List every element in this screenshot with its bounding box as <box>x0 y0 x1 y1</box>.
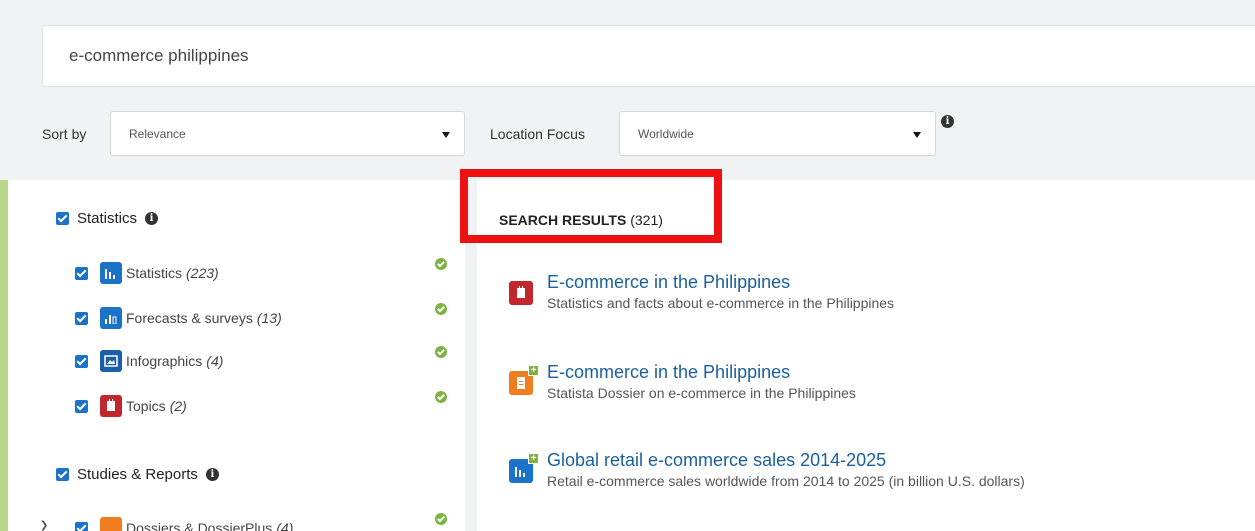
checkbox[interactable] <box>56 468 69 481</box>
chevron-down-icon <box>442 132 450 138</box>
filter-item-label: Dossiers & DossierPlus <box>126 520 273 531</box>
checkbox[interactable] <box>75 354 88 368</box>
chevron-down-icon <box>913 132 921 138</box>
plus-icon: + <box>528 365 539 376</box>
highlight-box <box>460 169 722 243</box>
filter-item-count: (4) <box>276 520 294 531</box>
search-query: e-commerce philippines <box>69 46 249 65</box>
group-label: Statistics <box>77 210 138 227</box>
checkbox[interactable] <box>56 212 69 225</box>
result-subtitle: Retail e-commerce sales worldwide from 2… <box>547 473 1025 489</box>
bar-chart-icon <box>100 262 122 284</box>
topic-icon <box>100 395 122 417</box>
result-title[interactable]: Global retail e-commerce sales 2014-2025 <box>547 450 1025 471</box>
filter-item-topics[interactable]: Topics (2) <box>75 391 465 417</box>
check-circle-icon <box>435 258 447 270</box>
info-icon[interactable]: i <box>205 468 219 481</box>
result-subtitle: Statistics and facts about e-commerce in… <box>547 295 895 311</box>
result-item[interactable]: + E-commerce in the Philippines Statista… <box>509 362 856 401</box>
check-circle-icon <box>435 303 447 315</box>
info-icon[interactable]: i <box>145 212 159 225</box>
filter-item-forecasts[interactable]: Forecasts & surveys (13) <box>75 303 465 329</box>
statistic-icon: + <box>509 453 539 483</box>
filter-item-label: Forecasts & surveys <box>126 310 253 326</box>
image-icon <box>100 350 122 372</box>
location-select[interactable]: Worldwide <box>619 111 936 156</box>
filter-sidebar: Statistics i Statistics (223) Forecasts … <box>0 180 465 531</box>
topic-icon <box>509 281 533 305</box>
dossier-icon <box>100 517 122 531</box>
dossier-icon: + <box>509 365 539 395</box>
filter-item-count: (2) <box>169 398 187 414</box>
checkbox[interactable] <box>75 311 88 325</box>
result-title[interactable]: E-commerce in the Philippines <box>547 272 894 293</box>
filter-item-count: (13) <box>256 310 282 326</box>
location-value: Worldwide <box>638 126 694 141</box>
filter-item-infographics[interactable]: Infographics (4) <box>75 346 465 372</box>
group-studies-reports[interactable]: Studies & Reports i <box>56 466 219 483</box>
info-icon[interactable]: i <box>941 115 954 128</box>
filter-item-label: Infographics <box>126 353 203 369</box>
chevron-down-icon[interactable]: ❯ <box>40 520 48 531</box>
filter-item-label: Statistics <box>126 265 183 281</box>
filter-item-dossiers[interactable]: Dossiers & DossierPlus (4) <box>75 513 465 531</box>
forecast-chart-icon <box>100 307 122 329</box>
location-label: Location Focus <box>490 126 585 142</box>
filter-item-count: (4) <box>206 353 224 369</box>
result-title[interactable]: E-commerce in the Philippines <box>547 362 856 383</box>
group-label: Studies & Reports <box>77 466 198 483</box>
checkbox[interactable] <box>75 399 88 413</box>
checkbox[interactable] <box>75 521 88 531</box>
result-item[interactable]: E-commerce in the Philippines Statistics… <box>509 272 894 311</box>
filter-item-count: (223) <box>186 265 219 281</box>
search-input[interactable]: e-commerce philippines <box>42 25 1255 87</box>
filter-item-label: Topics <box>126 398 166 414</box>
check-circle-icon <box>435 346 447 358</box>
checkbox[interactable] <box>75 266 88 280</box>
filter-item-statistics[interactable]: Statistics (223) <box>75 258 465 284</box>
sort-select[interactable]: Relevance <box>110 111 465 156</box>
group-statistics[interactable]: Statistics i <box>56 210 159 227</box>
sort-label: Sort by <box>42 126 87 142</box>
sort-value: Relevance <box>129 126 186 141</box>
result-item[interactable]: + Global retail e-commerce sales 2014-20… <box>509 450 1025 489</box>
check-circle-icon <box>435 391 447 403</box>
filter-bar: Sort by Relevance Location Focus Worldwi… <box>0 108 1255 158</box>
plus-icon: + <box>528 453 539 464</box>
check-circle-icon <box>435 513 447 525</box>
result-subtitle: Statista Dossier on e-commerce in the Ph… <box>547 385 856 401</box>
